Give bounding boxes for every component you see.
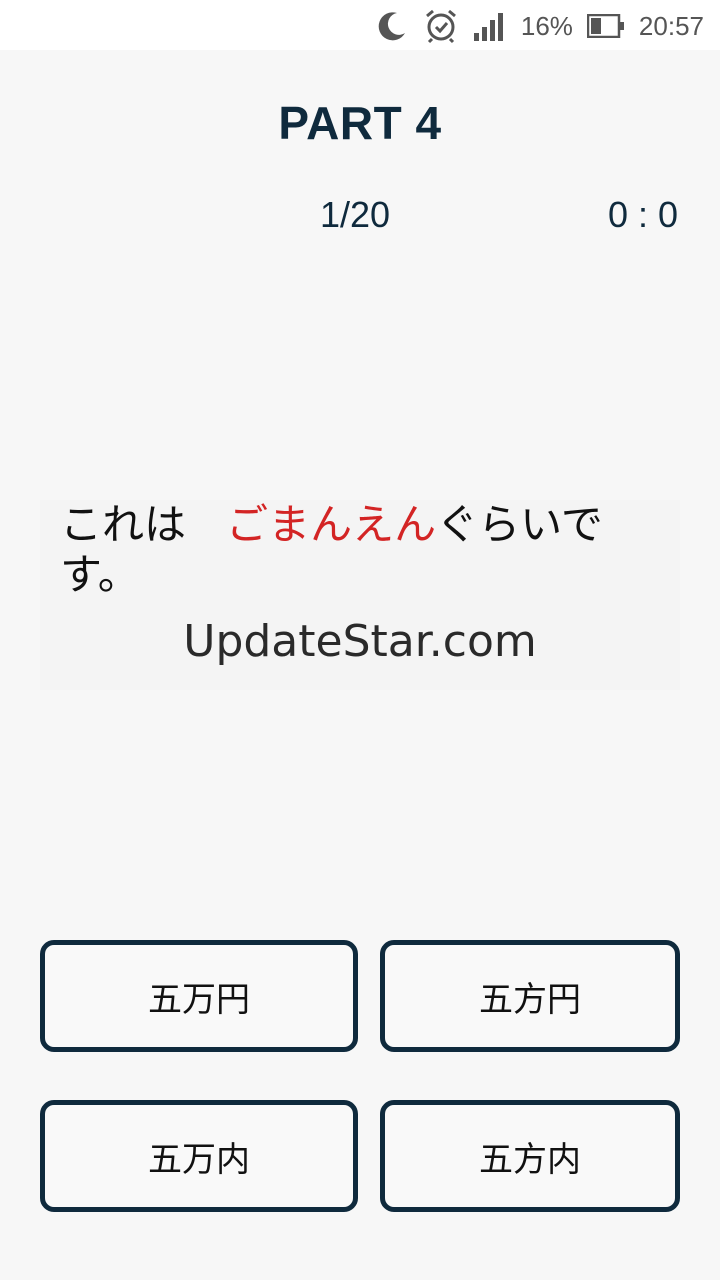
- status-bar: 16% 20:57: [0, 0, 720, 50]
- question-card: これは ごまんえんぐらいです。 UpdateStar.com: [40, 500, 680, 690]
- answer-button-2[interactable]: 五方円: [380, 940, 680, 1052]
- status-icons: 16% 20:57: [375, 6, 704, 46]
- battery-icon: [586, 14, 625, 38]
- battery-percent: 16%: [520, 10, 573, 41]
- alarm-icon: [423, 8, 459, 44]
- score-counter: 0 : 0: [607, 194, 678, 235]
- moon-icon: [375, 9, 409, 43]
- page-title: PART 4: [278, 97, 442, 149]
- question-highlight: ごまんえん: [226, 500, 437, 549]
- signal-icon: [473, 11, 507, 41]
- answer-button-4[interactable]: 五方内: [380, 1100, 680, 1212]
- question-prefix: これは: [60, 500, 187, 549]
- answer-grid: 五万円 五方円 五万内 五方内: [40, 940, 680, 1220]
- clock: 20:57: [638, 10, 704, 41]
- question-progress: 1/20: [320, 194, 391, 235]
- watermark: UpdateStar.com: [183, 616, 537, 667]
- answer-button-3[interactable]: 五万内: [40, 1100, 358, 1212]
- answer-button-1[interactable]: 五万円: [40, 940, 358, 1052]
- question-text: これは ごまんえんぐらいです。: [60, 500, 650, 600]
